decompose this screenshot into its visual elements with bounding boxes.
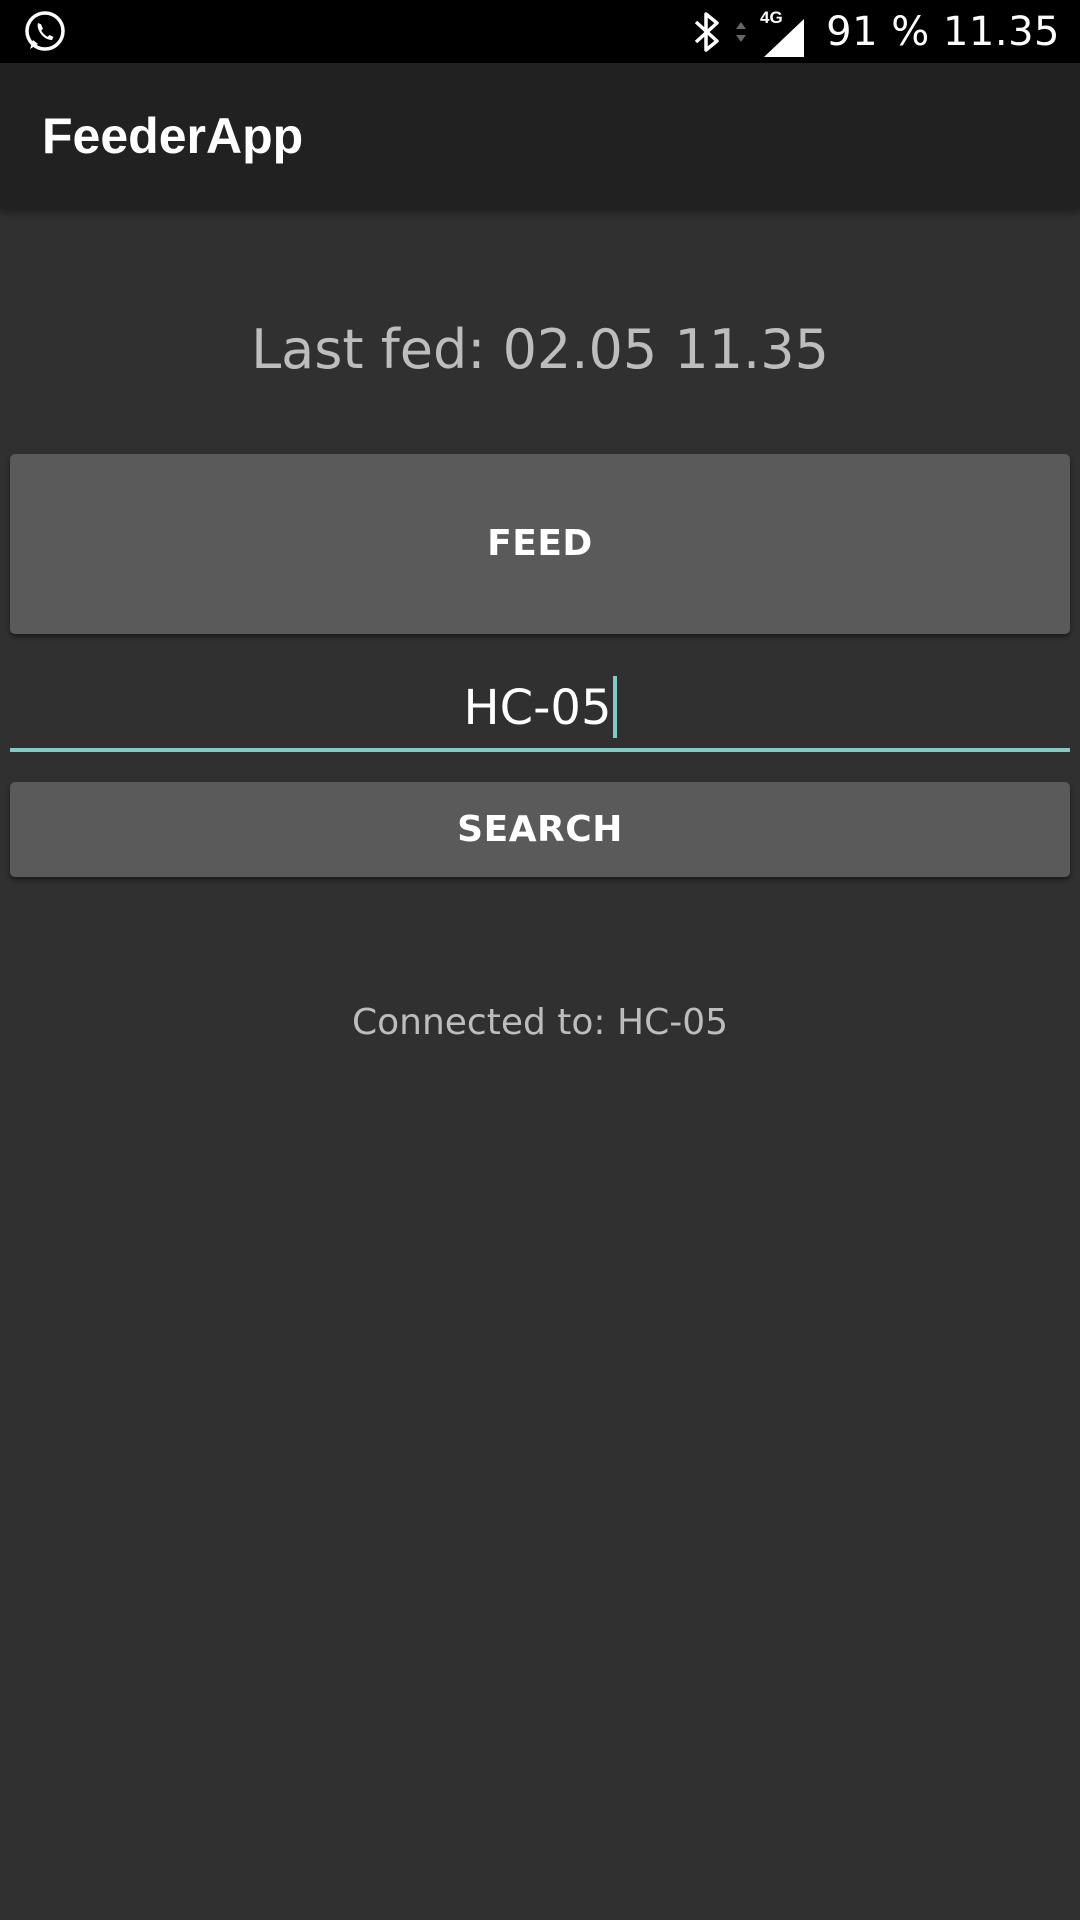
search-button[interactable]: SEARCH bbox=[10, 782, 1070, 877]
feed-button[interactable]: FEED bbox=[10, 454, 1070, 634]
device-name-value: HC-05 bbox=[463, 680, 612, 736]
network-type-label: 4G bbox=[760, 8, 783, 27]
last-fed-text: Last fed: 02.05 11.35 bbox=[251, 318, 829, 381]
battery-and-time: 91 % 11.35 bbox=[826, 8, 1060, 55]
data-activity-icon bbox=[736, 21, 747, 42]
app-bar: FeederApp bbox=[0, 63, 1080, 209]
bluetooth-icon bbox=[694, 11, 719, 52]
signal-icon: 4G bbox=[760, 8, 805, 57]
device-name-input[interactable]: HC-05 bbox=[10, 668, 1070, 752]
whatsapp-icon bbox=[25, 11, 65, 51]
status-bar: 4G 91 % 11.35 bbox=[0, 0, 1080, 63]
connection-status: Connected to: HC-05 bbox=[351, 1002, 728, 1043]
app-title: FeederApp bbox=[42, 108, 304, 164]
text-cursor bbox=[612, 676, 617, 738]
status-icons: 4G 91 % 11.35 bbox=[680, 0, 1060, 63]
